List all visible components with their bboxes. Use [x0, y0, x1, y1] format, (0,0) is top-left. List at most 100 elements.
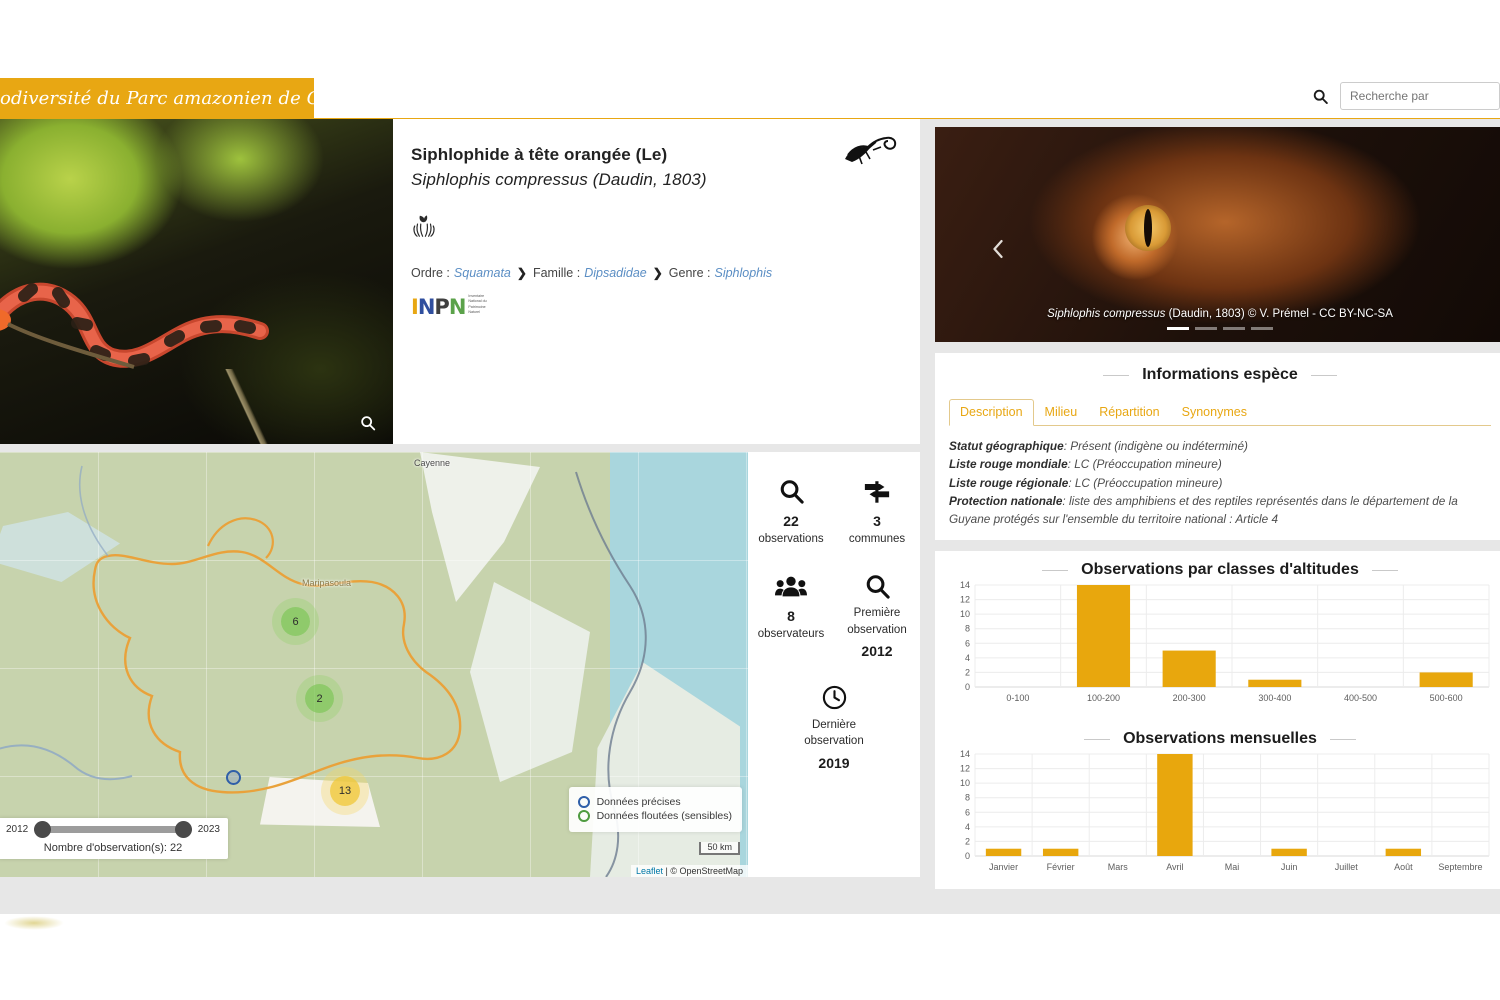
hero-zoom-button[interactable] — [357, 412, 379, 434]
map-cluster-marker[interactable]: 13 — [330, 776, 360, 806]
family-link[interactable]: Dipsadidae — [584, 266, 647, 280]
leaflet-map[interactable]: Cayenne Maripasoula 6 2 13 Données préci… — [0, 452, 748, 877]
carousel-dot[interactable] — [1195, 327, 1217, 330]
altitude-bar-chart: 0 2 4 6 8 10 12 14 0-100 100-200 200-300 300-400 400… — [960, 580, 1490, 703]
slider-knob-left[interactable] — [34, 821, 52, 838]
legend-dot-green-icon — [577, 810, 590, 822]
left-column: Siphlophide à tête orangée (Le) Siphloph… — [0, 119, 920, 912]
slider-track[interactable] — [34, 821, 192, 838]
info-key: Statut géographique — [949, 439, 1064, 453]
photo-caption-credit: (Daudin, 1803) © V. Prémel - CC BY-NC-SA — [1165, 308, 1393, 320]
species-hero-photo — [0, 119, 393, 444]
section-title-info: Informations espèce — [949, 366, 1491, 384]
family-label: Famille : — [532, 266, 581, 280]
osm-attribution: © OpenStreetMap — [670, 866, 743, 876]
title-rule-left — [1103, 374, 1130, 376]
stat-observers: 8 observateurs — [748, 563, 834, 675]
svg-text:0: 0 — [965, 682, 970, 692]
page-footer — [0, 914, 1500, 1000]
search-icon[interactable] — [1309, 85, 1331, 107]
map-cluster-marker[interactable]: 2 — [305, 684, 334, 713]
stat-value: 2019 — [818, 754, 850, 771]
species-identity-panel: Siphlophide à tête orangée (Le) Siphloph… — [393, 119, 920, 444]
svg-text:12: 12 — [960, 595, 970, 605]
map-point-marker[interactable] — [226, 770, 241, 785]
tab-repartition[interactable]: Répartition — [1088, 399, 1170, 426]
photo-caption: Siphlophis compressus (Daudin, 1803) © V… — [935, 308, 1500, 320]
altitude-chart-card: Observations par classes d'altitudes 0 2 4… — [935, 551, 1500, 721]
genus-label: Genre : — [668, 266, 711, 280]
reptile-silhouette-icon — [845, 136, 897, 165]
inpn-logo[interactable]: INPN Inventaire National du Patrimoine N… — [411, 294, 896, 318]
title-rule-left — [1042, 569, 1069, 571]
legend-row-precise: Données précises — [577, 796, 732, 808]
stat-observations: 22 observations — [748, 468, 834, 563]
section-title-monthly: Observations mensuelles — [945, 730, 1495, 748]
search-input[interactable] — [1340, 82, 1500, 110]
info-value: : Présent (indigène ou indéterminé) — [1063, 439, 1248, 453]
legend-label-blurred: Données floutées (sensibles) — [596, 810, 732, 822]
svg-text:4: 4 — [965, 822, 970, 832]
svg-text:6: 6 — [965, 808, 970, 818]
hands-leaf-icon — [413, 215, 435, 237]
map-scale-bar: 50 km — [699, 842, 740, 855]
left-column-bottom-gap — [0, 884, 920, 912]
stat-value: 3 — [873, 513, 881, 529]
svg-text:Mai: Mai — [1225, 862, 1240, 872]
order-link[interactable]: Squamata — [454, 266, 511, 280]
carousel-dot[interactable] — [1167, 327, 1189, 330]
genus-link[interactable]: Siphlophis — [714, 266, 772, 280]
stat-first-observation: Première observation 2012 — [834, 563, 920, 675]
people-icon — [752, 569, 830, 603]
svg-text:Juin: Juin — [1281, 862, 1298, 872]
monthly-chart-card: Observations mensuelles 0 2 4 6 8 10 12 14 Janvi… — [935, 720, 1500, 890]
title-rule-right — [1329, 738, 1356, 740]
svg-text:Juillet: Juillet — [1335, 862, 1359, 872]
tab-synonymes[interactable]: Synonymes — [1171, 399, 1258, 426]
inpn-letter-1: I — [411, 294, 419, 319]
map-cluster-marker[interactable]: 6 — [281, 607, 310, 636]
stat-communes: 3 communes — [834, 468, 920, 563]
stat-label: observations — [758, 533, 824, 545]
stat-value: 22 — [783, 513, 799, 529]
svg-text:0: 0 — [965, 851, 970, 861]
carousel-prev-button[interactable] — [987, 235, 1009, 263]
info-row: Liste rouge mondiale: LC (Préoccupation … — [949, 455, 1491, 473]
magnifier-icon — [838, 569, 916, 603]
header-search-area — [1309, 82, 1500, 110]
svg-text:12: 12 — [960, 764, 970, 774]
slider-knob-right[interactable] — [174, 821, 192, 838]
page-title: Informations espèce — [1142, 366, 1298, 383]
svg-text:6: 6 — [965, 639, 970, 649]
info-value: : LC (Préoccupation mineure) — [1067, 457, 1222, 472]
carousel-dot[interactable] — [1223, 327, 1245, 330]
snake-pupil-detail — [1144, 209, 1152, 247]
info-row: Liste rouge régionale: LC (Préoccupation… — [949, 474, 1491, 492]
stat-value: 2012 — [861, 642, 893, 659]
species-photo-carousel: Siphlophis compressus (Daudin, 1803) © V… — [935, 127, 1500, 342]
stat-label: Dernière observation — [804, 718, 864, 748]
info-key: Liste rouge mondiale — [949, 457, 1068, 472]
stat-label: communes — [848, 533, 906, 545]
svg-text:4: 4 — [965, 653, 970, 663]
tab-milieu[interactable]: Milieu — [1034, 399, 1089, 426]
city-label: Cayenne — [414, 458, 451, 468]
year-range-slider[interactable]: 2012 2023 Nombre d'observation(s): 22 — [0, 818, 228, 859]
species-vernacular-name: Siphlophide à tête orangée (Le) — [411, 145, 668, 164]
info-key: Protection nationale — [949, 493, 1063, 508]
site-title: odiversité du Parc amazonien de Guyane — [0, 88, 377, 109]
title-rule-right — [1371, 569, 1398, 571]
right-column: Siphlophis compressus (Daudin, 1803) © V… — [930, 119, 1500, 890]
inpn-letter-4: N — [448, 294, 467, 319]
top-white-strip — [0, 0, 1500, 78]
tab-description[interactable]: Description — [949, 399, 1034, 426]
carousel-dot[interactable] — [1251, 327, 1273, 330]
svg-text:2: 2 — [965, 837, 970, 847]
svg-text:Avril: Avril — [1166, 862, 1183, 872]
statistics-panel: 22 observations 3 communes 8 observateur… — [748, 452, 920, 877]
slider-row: 2012 2023 — [6, 821, 220, 838]
leaflet-link[interactable]: Leaflet — [636, 866, 663, 876]
svg-text:100-200: 100-200 — [1087, 693, 1120, 703]
description-panel: Statut géographique: Présent (indigène o… — [949, 437, 1491, 528]
observation-count-caption: Nombre d'observation(s): 22 — [43, 842, 183, 854]
